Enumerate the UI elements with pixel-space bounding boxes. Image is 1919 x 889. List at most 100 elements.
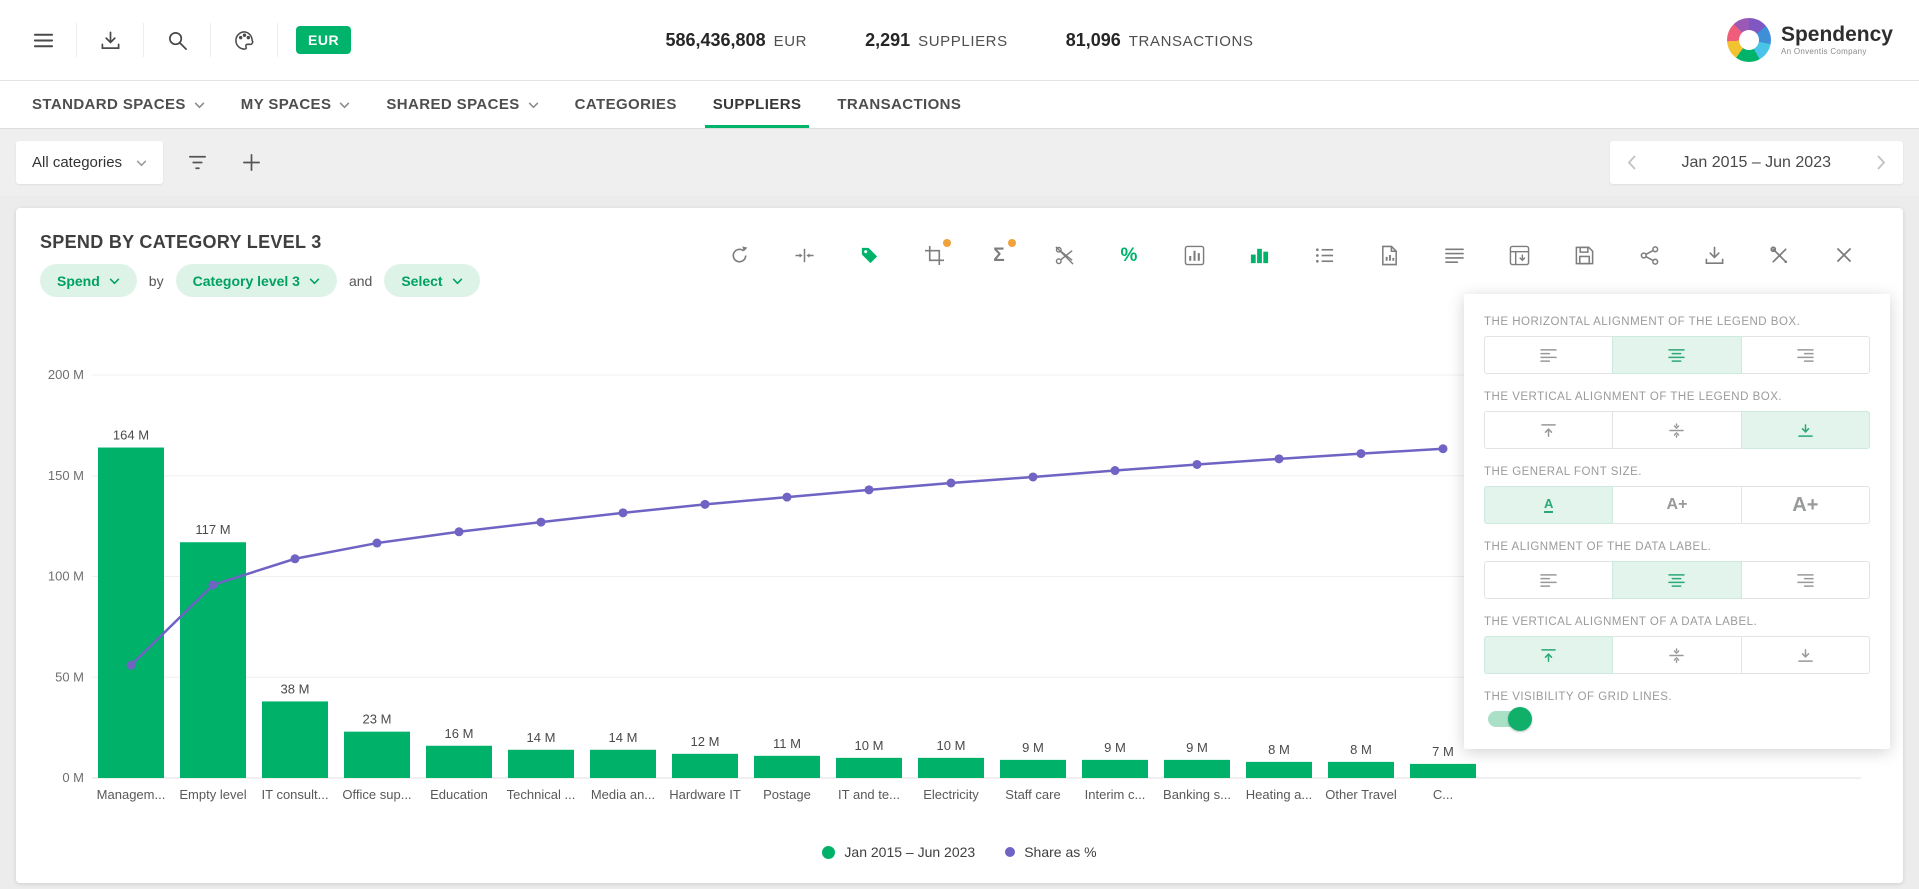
tab-shared-spaces[interactable]: SHARED SPACES [368, 81, 556, 128]
tab-my-spaces[interactable]: MY SPACES [223, 81, 369, 128]
svg-text:8 M: 8 M [1268, 742, 1290, 757]
top-bar: EUR 586,436,808EUR 2,291SUPPLIERS 81,096TR… [0, 0, 1919, 81]
setting-group: THE VERTICAL ALIGNMENT OF A DATA LABEL. [1484, 616, 1870, 674]
tab-categories[interactable]: CATEGORIES [557, 81, 695, 128]
tab-transactions[interactable]: TRANSACTIONS [819, 81, 979, 128]
chevron-down-icon [339, 102, 350, 109]
tab-standard-spaces[interactable]: STANDARD SPACES [14, 81, 223, 128]
valign-bottom-button[interactable] [1741, 636, 1870, 674]
topbar-icons [26, 23, 294, 57]
svg-text:7 M: 7 M [1432, 744, 1454, 759]
filter-icon[interactable] [177, 143, 217, 183]
align-right-button[interactable] [1741, 336, 1870, 374]
svg-text:38 M: 38 M [281, 681, 310, 696]
setting-group: THE HORIZONTAL ALIGNMENT OF THE LEGEND B… [1484, 316, 1870, 374]
align-right-button[interactable] [1741, 561, 1870, 599]
svg-text:Interim c...: Interim c... [1085, 787, 1146, 802]
svg-text:Staff care: Staff care [1005, 787, 1060, 802]
svg-text:10 M: 10 M [937, 738, 966, 753]
align-center-button[interactable] [1612, 561, 1741, 599]
svg-text:14 M: 14 M [527, 730, 556, 745]
svg-text:16 M: 16 M [445, 726, 474, 741]
svg-text:Hardware IT: Hardware IT [669, 787, 741, 802]
valign-top-button[interactable] [1484, 636, 1613, 674]
chevron-left-icon[interactable] [1610, 141, 1654, 184]
legend-item[interactable]: Jan 2015 – Jun 2023 [822, 844, 975, 860]
chevron-down-icon [194, 102, 205, 109]
setting-label: THE ALIGNMENT OF THE DATA LABEL. [1484, 541, 1870, 553]
add-icon[interactable] [231, 143, 271, 183]
valign-top-button[interactable] [1484, 411, 1613, 449]
svg-text:Empty level: Empty level [179, 787, 246, 802]
font-medium-button[interactable]: A+ [1612, 486, 1741, 524]
logo-tagline: An Onventis Company [1781, 47, 1893, 56]
setting-group: THE VISIBILITY OF GRID LINES. [1484, 691, 1870, 727]
svg-text:C...: C... [1433, 787, 1453, 802]
svg-text:50 M: 50 M [55, 669, 84, 684]
align-left-button[interactable] [1484, 561, 1613, 599]
separator [76, 23, 77, 57]
align-center-button[interactable] [1612, 336, 1741, 374]
svg-text:Heating a...: Heating a... [1246, 787, 1313, 802]
svg-text:IT consult...: IT consult... [262, 787, 329, 802]
tab-bar: STANDARD SPACESMY SPACESSHARED SPACESCAT… [0, 81, 1919, 129]
gridlines-toggle[interactable] [1488, 711, 1530, 727]
separator [210, 23, 211, 57]
svg-text:11 M: 11 M [773, 736, 801, 751]
separator [277, 23, 278, 57]
svg-text:Postage: Postage [763, 787, 811, 802]
svg-text:Banking s...: Banking s... [1163, 787, 1231, 802]
svg-text:Managem...: Managem... [97, 787, 166, 802]
setting-group: THE VERTICAL ALIGNMENT OF THE LEGEND BOX… [1484, 391, 1870, 449]
spendency-logo-icon [1727, 18, 1771, 62]
legend-marker [822, 846, 835, 859]
category-filter-label: All categories [32, 154, 122, 171]
settings-panel: THE HORIZONTAL ALIGNMENT OF THE LEGEND B… [1464, 294, 1890, 749]
valign-middle-button[interactable] [1612, 411, 1741, 449]
svg-text:10 M: 10 M [855, 738, 884, 753]
setting-label: THE HORIZONTAL ALIGNMENT OF THE LEGEND B… [1484, 316, 1870, 328]
tab-suppliers[interactable]: SUPPLIERS [695, 81, 820, 128]
svg-text:23 M: 23 M [363, 712, 392, 727]
svg-text:Electricity: Electricity [923, 787, 979, 802]
category-filter-dropdown[interactable]: All categories [16, 141, 163, 184]
setting-label: THE VERTICAL ALIGNMENT OF A DATA LABEL. [1484, 616, 1870, 628]
svg-text:Other Travel: Other Travel [1325, 787, 1397, 802]
currency-badge[interactable]: EUR [296, 26, 351, 54]
date-range-selector: Jan 2015 – Jun 2023 [1610, 141, 1903, 184]
svg-text:200 M: 200 M [48, 367, 84, 382]
separator [143, 23, 144, 57]
svg-text:Technical ...: Technical ... [507, 787, 576, 802]
setting-group: THE GENERAL FONT SIZE.AA+A+ [1484, 466, 1870, 524]
chevron-right-icon[interactable] [1859, 141, 1903, 184]
svg-text:0 M: 0 M [62, 770, 84, 785]
filter-bar: All categories Jan 2015 – Jun 2023 [0, 129, 1919, 196]
menu-icon[interactable] [26, 23, 60, 57]
chevron-down-icon [136, 160, 147, 167]
font-small-button[interactable]: A [1484, 486, 1613, 524]
valign-bottom-button[interactable] [1741, 411, 1870, 449]
font-large-button[interactable]: A+ [1741, 486, 1870, 524]
legend-marker [1005, 847, 1015, 857]
svg-text:9 M: 9 M [1104, 740, 1126, 755]
svg-text:14 M: 14 M [609, 730, 638, 745]
stat-eur: 586,436,808EUR [665, 30, 807, 51]
svg-text:12 M: 12 M [691, 734, 720, 749]
svg-text:100 M: 100 M [48, 569, 84, 584]
stat-suppliers: 2,291SUPPLIERS [865, 30, 1008, 51]
stat-transactions: 81,096TRANSACTIONS [1066, 30, 1254, 51]
toggle-knob [1508, 707, 1532, 731]
valign-middle-button[interactable] [1612, 636, 1741, 674]
align-left-button[interactable] [1484, 336, 1613, 374]
search-icon[interactable] [160, 23, 194, 57]
palette-icon[interactable] [227, 23, 261, 57]
svg-text:150 M: 150 M [48, 468, 84, 483]
chart-legend: Jan 2015 – Jun 2023 Share as % [16, 844, 1903, 860]
legend-item[interactable]: Share as % [1005, 844, 1096, 860]
setting-label: THE VERTICAL ALIGNMENT OF THE LEGEND BOX… [1484, 391, 1870, 403]
svg-text:8 M: 8 M [1350, 742, 1372, 757]
svg-text:IT and te...: IT and te... [838, 787, 900, 802]
setting-group: THE ALIGNMENT OF THE DATA LABEL. [1484, 541, 1870, 599]
svg-text:Office sup...: Office sup... [342, 787, 411, 802]
download-icon[interactable] [93, 23, 127, 57]
